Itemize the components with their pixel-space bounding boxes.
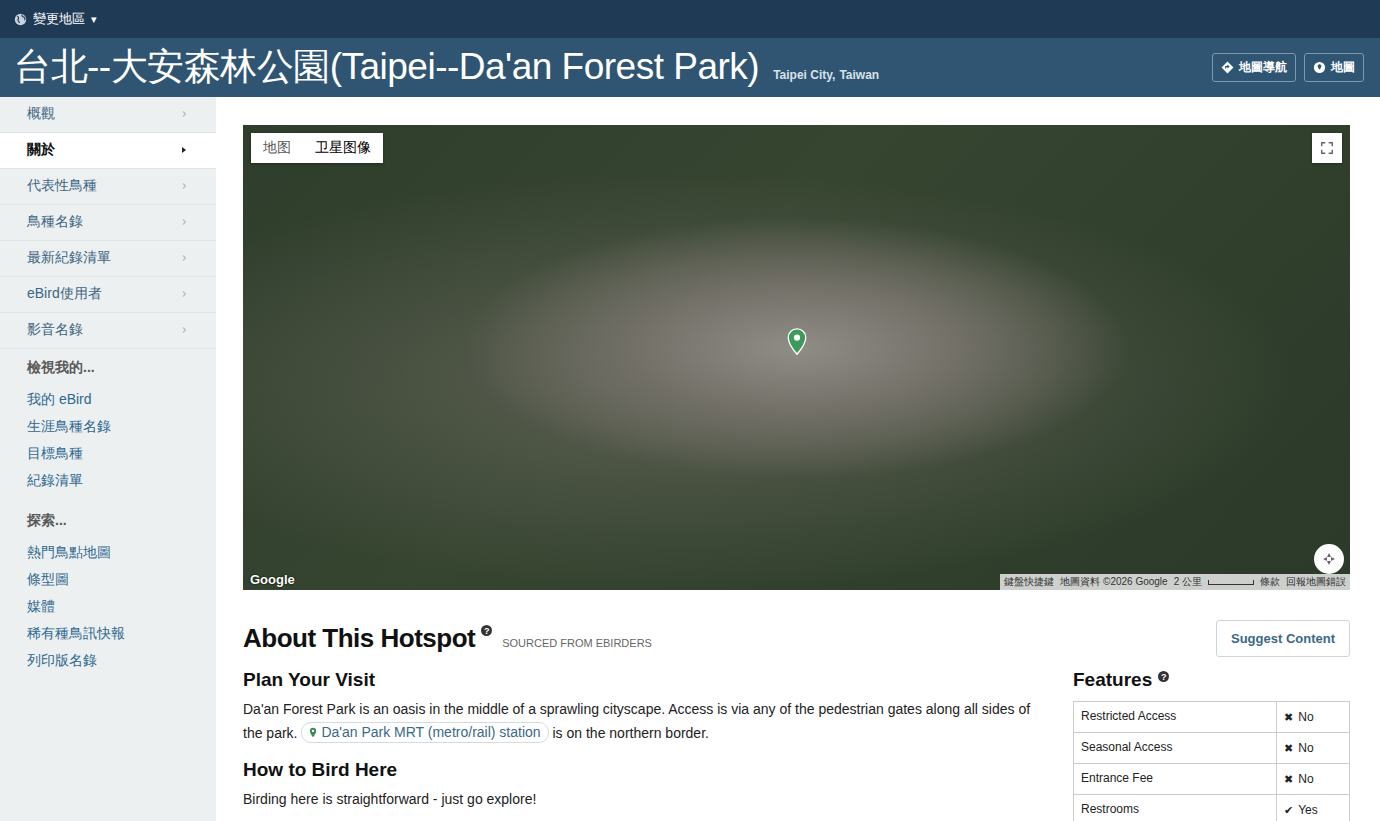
region-label: 變更地區 — [33, 10, 85, 28]
feature-label: Entrance Fee — [1074, 764, 1277, 794]
location-button[interactable] — [1314, 544, 1344, 574]
about-title: About This Hotspot — [243, 623, 475, 654]
sidebar-link[interactable]: 列印版名錄 — [27, 647, 216, 674]
hotspot-pin-icon — [786, 328, 808, 356]
attribution-item[interactable]: 鍵盤快捷鍵 — [1004, 575, 1054, 589]
sidebar-item[interactable]: 關於 — [0, 133, 216, 169]
sidebar-link[interactable]: 條型圖 — [27, 566, 216, 593]
feature-row: Restricted Access✖No — [1074, 702, 1349, 733]
about-header: About This Hotspot? SOURCED FROM EBIRDERS… — [243, 620, 1350, 657]
feature-row: Seasonal Access✖No — [1074, 733, 1349, 764]
chevron-right-icon — [180, 110, 188, 118]
sidebar-link[interactable]: 稀有種鳥訊快報 — [27, 620, 216, 647]
attribution-item[interactable]: 條款 — [1260, 575, 1280, 589]
map-type-toggle: 地图卫星图像 — [251, 133, 383, 163]
section-heading: How to Bird Here — [243, 759, 1047, 781]
chevron-right-icon — [180, 326, 188, 334]
hotspot-page: 變更地區 ▾ 台北--大安森林公園(Taipei--Da'an Forest Par… — [0, 0, 1380, 821]
sidebar-item[interactable]: 概觀 — [0, 97, 216, 133]
suggest-content-button[interactable]: Suggest Content — [1216, 620, 1350, 657]
section-title: 檢視我的... — [27, 359, 216, 377]
chevron-right-icon — [180, 254, 188, 262]
sidebar-section: 探索... 熱門鳥點地圖條型圖媒體稀有種鳥訊快報列印版名錄 — [0, 502, 216, 682]
pin-icon — [309, 727, 317, 738]
change-region-button[interactable]: 變更地區 ▾ — [14, 10, 97, 28]
location: Taipei City, Taiwan — [773, 68, 879, 90]
map-attribution: 鍵盤快捷鍵地圖資料 ©2026 Google 2 公里 條款回報地圖錯誤 — [1000, 574, 1350, 590]
section-text: Da'an Forest Park is an oasis in the mid… — [243, 697, 1047, 745]
feature-mark-icon: ✔ — [1284, 804, 1293, 817]
triangle-right-icon — [180, 146, 188, 154]
feature-label: Seasonal Access — [1074, 733, 1277, 763]
attribution-item[interactable]: 回報地圖錯誤 — [1286, 575, 1346, 589]
feature-mark-icon: ✖ — [1284, 773, 1293, 786]
scale-bar — [1208, 580, 1254, 585]
source-label: SOURCED FROM EBIRDERS — [502, 637, 652, 649]
sidebar-item[interactable]: 代表性鳥種 — [0, 169, 216, 205]
map-pin-icon — [1313, 61, 1326, 74]
main-content: 地图卫星图像 Google 鍵盤快捷鍵地圖資料 ©2026 Google 2 公里 條款… — [216, 97, 1380, 821]
header-button[interactable]: 地圖導航 — [1212, 53, 1296, 82]
map[interactable]: 地图卫星图像 Google 鍵盤快捷鍵地圖資料 ©2026 Google 2 公里 條款… — [243, 125, 1350, 590]
sidebar-link[interactable]: 生涯鳥種名錄 — [27, 413, 216, 440]
feature-mark-icon: ✖ — [1284, 711, 1293, 724]
chevron-right-icon — [180, 182, 188, 190]
feature-row: Entrance Fee✖No — [1074, 764, 1349, 795]
feature-value: ✖No — [1277, 733, 1349, 763]
location-link[interactable]: Taiwan — [839, 68, 879, 82]
map-type-tab[interactable]: 卫星图像 — [303, 133, 383, 163]
globe-icon — [14, 13, 27, 26]
sidebar-link[interactable]: 我的 eBird — [27, 386, 216, 413]
sidebar-item[interactable]: 鳥種名錄 — [0, 205, 216, 241]
fullscreen-icon — [1320, 141, 1334, 155]
attribution-item[interactable]: 2 公里 — [1174, 575, 1202, 589]
feature-mark-icon: ✖ — [1284, 742, 1293, 755]
sidebar-section: 檢視我的... 我的 eBird生涯鳥種名錄目標鳥種紀錄清單 — [0, 349, 216, 502]
sidebar-link[interactable]: 熱門鳥點地圖 — [27, 539, 216, 566]
sidebar: 概觀關於代表性鳥種鳥種名錄最新紀錄清單eBird使用者影音名錄檢視我的... 我的… — [0, 97, 216, 821]
section-text: Birding here is straightforward - just g… — [243, 787, 1047, 811]
header-button[interactable]: 地圖 — [1304, 53, 1364, 82]
features-panel: Features?Restricted Access✖NoSeasonal Ac… — [1073, 669, 1350, 821]
caret-icon: ▾ — [91, 13, 97, 26]
feature-row: Restrooms✔Yes — [1074, 795, 1349, 821]
feature-value: ✖No — [1277, 702, 1349, 732]
feature-label: Restricted Access — [1074, 702, 1277, 732]
feature-value: ✔Yes — [1277, 795, 1349, 821]
sidebar-item[interactable]: 影音名錄 — [0, 313, 216, 349]
fullscreen-button[interactable] — [1312, 133, 1342, 163]
page-header: 台北--大安森林公園(Taipei--Da'an Forest Park) Tai… — [0, 38, 1380, 97]
sidebar-link[interactable]: 紀錄清單 — [27, 467, 216, 494]
chevron-right-icon — [180, 290, 188, 298]
about-section: How to Bird Here Birding here is straight… — [243, 759, 1047, 811]
crosshair-icon — [1321, 551, 1337, 567]
sidebar-link[interactable]: 媒體 — [27, 593, 216, 620]
attribution-item[interactable]: 地圖資料 ©2026 Google — [1060, 575, 1167, 589]
help-icon[interactable]: ? — [1158, 671, 1169, 682]
feature-label: Restrooms — [1074, 795, 1277, 821]
sidebar-item[interactable]: 最新紀錄清單 — [0, 241, 216, 277]
sidebar-item[interactable]: eBird使用者 — [0, 277, 216, 313]
sidebar-link[interactable]: 目標鳥種 — [27, 440, 216, 467]
section-title: 探索... — [27, 512, 216, 530]
google-logo: Google — [250, 572, 295, 587]
features-title: Features — [1073, 669, 1152, 691]
about-section: Plan Your Visit Da'an Forest Park is an o… — [243, 669, 1047, 745]
map-type-tab[interactable]: 地图 — [251, 133, 303, 163]
top-bar: 變更地區 ▾ — [0, 0, 1380, 38]
location-link[interactable]: Da'an Park MRT (metro/rail) station — [301, 722, 548, 743]
location-link[interactable]: Taipei City — [773, 68, 832, 82]
page-title: 台北--大安森林公園(Taipei--Da'an Forest Park) — [14, 45, 759, 89]
section-heading: Plan Your Visit — [243, 669, 1047, 691]
features-table: Restricted Access✖NoSeasonal Access✖NoEn… — [1073, 701, 1350, 821]
feature-value: ✖No — [1277, 764, 1349, 794]
chevron-right-icon — [180, 218, 188, 226]
location-separator: , — [832, 68, 835, 82]
help-icon[interactable]: ? — [481, 625, 492, 636]
directions-icon — [1221, 61, 1234, 74]
